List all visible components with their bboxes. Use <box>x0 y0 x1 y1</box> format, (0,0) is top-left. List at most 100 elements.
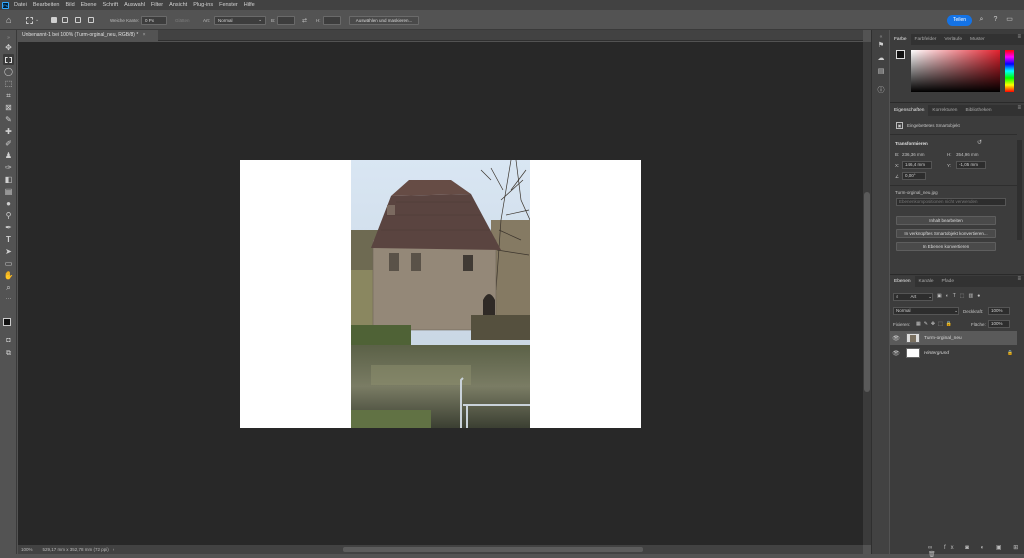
x-position-field[interactable]: 146,4 mm <box>902 161 932 169</box>
layer-name[interactable]: Hintergrund <box>924 351 949 356</box>
hue-slider[interactable] <box>1005 50 1014 92</box>
eyedropper-tool-icon[interactable]: ✎ <box>3 114 14 125</box>
vertical-scroll-thumb[interactable] <box>864 192 870 392</box>
menu-bearbeiten[interactable]: Bearbeiten <box>33 2 60 8</box>
pen-tool-icon[interactable]: ✒ <box>3 222 14 233</box>
object-selection-tool-icon[interactable]: ⬚ <box>3 78 14 89</box>
close-tab-icon[interactable]: × <box>143 32 146 38</box>
edit-contents-button[interactable]: Inhalt bearbeiten <box>896 216 996 225</box>
height-value[interactable]: 354,96 mm <box>956 152 979 157</box>
marquee-tool-preset-icon[interactable]: ⌄ <box>26 15 39 25</box>
color-picker-field[interactable] <box>911 50 1000 92</box>
history-panel-icon[interactable]: ⚑ <box>876 41 886 51</box>
layers-panel-footer-icons[interactable]: ∞ fx ◙ ◐ ▣ ⊞ 🗑 <box>928 544 1024 558</box>
document-tab[interactable]: Unbenannt-1 bei 100% (Turm-orginal_neu, … <box>18 30 158 41</box>
eraser-tool-icon[interactable]: ◧ <box>3 174 14 185</box>
dodge-tool-icon[interactable]: ⚲ <box>3 210 14 221</box>
move-tool-icon[interactable]: ✥ <box>3 42 14 53</box>
tab-korrekturen[interactable]: Korrekturen <box>928 105 961 116</box>
properties-scrollbar[interactable] <box>1017 140 1022 240</box>
angle-field[interactable]: 0,00° <box>902 172 926 180</box>
color-panel-menu-icon[interactable]: ≡ <box>1017 34 1021 40</box>
gradient-tool-icon[interactable]: ▤ <box>3 186 14 197</box>
home-icon[interactable]: ⌂ <box>6 15 11 25</box>
color-foreground-swatch[interactable] <box>896 50 905 59</box>
menu-schrift[interactable]: Schrift <box>103 2 119 8</box>
tab-farbfelder[interactable]: Farbfelder <box>911 34 941 45</box>
swap-dimensions-icon[interactable]: ⇄ <box>302 15 307 25</box>
layer-name[interactable]: Turm-orginal_neu <box>924 336 962 341</box>
tab-farbe[interactable]: Farbe <box>890 34 911 45</box>
tower-photo-smart-object[interactable] <box>351 160 530 428</box>
menu-ebene[interactable]: Ebene <box>81 2 97 8</box>
tab-verlaeufe[interactable]: Verläufe <box>940 34 966 45</box>
brush-tool-icon[interactable]: ✐ <box>3 138 14 149</box>
menu-hilfe[interactable]: Hilfe <box>244 2 255 8</box>
workspace-icon[interactable]: ▭ <box>1005 15 1014 24</box>
zoom-level[interactable]: 100% <box>21 547 33 552</box>
select-and-mask-button[interactable]: Auswählen und maskieren... <box>349 15 419 25</box>
zoom-tool-icon[interactable]: ⌕ <box>3 282 14 293</box>
layer-filter-select[interactable]: ⌕ Art ⌄ <box>893 293 933 301</box>
more-tools-icon[interactable]: ··· <box>3 294 14 305</box>
style-select[interactable]: Normal ⌄ <box>214 15 266 25</box>
help-icon[interactable]: ? <box>991 15 1000 24</box>
smooth-checkbox-label[interactable]: Glätten <box>175 18 190 23</box>
y-position-field[interactable]: -1,05 mm <box>956 161 986 169</box>
rectangle-tool-icon[interactable]: ▭ <box>3 258 14 269</box>
horizontal-scroll-thumb[interactable] <box>343 547 643 552</box>
spot-healing-brush-icon[interactable]: ✚ <box>3 126 14 137</box>
vertical-scrollbar[interactable] <box>863 42 871 545</box>
convert-to-layers-button[interactable]: In Ebenen konvertieren <box>896 242 996 251</box>
share-button[interactable]: Teilen <box>947 15 972 26</box>
convert-to-linked-button[interactable]: In verknüpftes Smartobjekt konvertieren.… <box>896 229 996 238</box>
layer-row-smart-object[interactable]: 👁 Turm-orginal_neu <box>890 331 1017 345</box>
width-value[interactable]: 236,36 mm <box>902 152 925 157</box>
blur-tool-icon[interactable]: ● <box>3 198 14 209</box>
fill-field[interactable]: 100% <box>988 320 1010 328</box>
libraries-panel-icon[interactable]: ☁ <box>876 54 886 64</box>
visibility-eye-icon[interactable]: 👁 <box>890 335 902 342</box>
opacity-field[interactable]: 100% <box>988 307 1010 315</box>
layer-filter-icons[interactable]: ▣◐T⬚▥● <box>937 293 984 299</box>
clone-stamp-tool-icon[interactable]: ♟ <box>3 150 14 161</box>
history-brush-icon[interactable]: ✑ <box>3 162 14 173</box>
rectangular-marquee-tool-icon[interactable] <box>3 54 14 65</box>
menu-auswahl[interactable]: Auswahl <box>124 2 145 8</box>
width-input[interactable] <box>277 15 295 25</box>
frame-tool-icon[interactable]: ⊠ <box>3 102 14 113</box>
menu-datei[interactable]: Datei <box>14 2 27 8</box>
hand-tool-icon[interactable]: ✋ <box>3 270 14 281</box>
tab-muster[interactable]: Muster <box>966 34 989 45</box>
tab-kanaele[interactable]: Kanäle <box>915 276 938 287</box>
intersect-selection-icon[interactable] <box>88 15 94 25</box>
visibility-eye-icon[interactable]: 👁 <box>890 350 902 357</box>
search-icon[interactable]: ⌕ <box>977 15 986 24</box>
add-selection-icon[interactable] <box>62 15 68 25</box>
tab-bibliotheken[interactable]: Bibliotheken <box>961 105 995 116</box>
type-tool-icon[interactable]: T <box>3 234 14 245</box>
tab-ebenen[interactable]: Ebenen <box>890 276 915 287</box>
path-selection-tool-icon[interactable]: ➤ <box>3 246 14 257</box>
lock-icons[interactable]: ▦✎✥⬚🔒 <box>916 321 955 327</box>
menu-ansicht[interactable]: Ansicht <box>169 2 187 8</box>
height-input[interactable] <box>323 15 341 25</box>
status-arrow-icon[interactable]: › <box>113 547 115 552</box>
foreground-color-swatch[interactable] <box>3 318 11 326</box>
blend-mode-select[interactable]: Normal ⌄ <box>893 307 959 315</box>
quick-mask-icon[interactable]: ◘ <box>3 335 14 346</box>
layers-panel-menu-icon[interactable]: ≡ <box>1017 276 1021 282</box>
reset-transform-icon[interactable]: ↺ <box>977 139 982 146</box>
layer-row-background[interactable]: 👁 Hintergrund 🔒 <box>890 346 1017 360</box>
properties-panel-menu-icon[interactable]: ≡ <box>1017 105 1021 111</box>
subtract-selection-icon[interactable] <box>75 15 81 25</box>
menu-plugins[interactable]: Plug-ins <box>193 2 213 8</box>
new-selection-icon[interactable] <box>51 15 57 25</box>
menu-fenster[interactable]: Fenster <box>219 2 238 8</box>
info-panel-icon[interactable]: ⓘ <box>876 86 886 96</box>
menu-bild[interactable]: Bild <box>65 2 74 8</box>
tab-pfade[interactable]: Pfade <box>937 276 958 287</box>
crop-tool-icon[interactable]: ⌗ <box>3 90 14 101</box>
tab-eigenschaften[interactable]: Eigenschaften <box>890 105 929 116</box>
lasso-tool-icon[interactable]: ◯ <box>3 66 14 77</box>
